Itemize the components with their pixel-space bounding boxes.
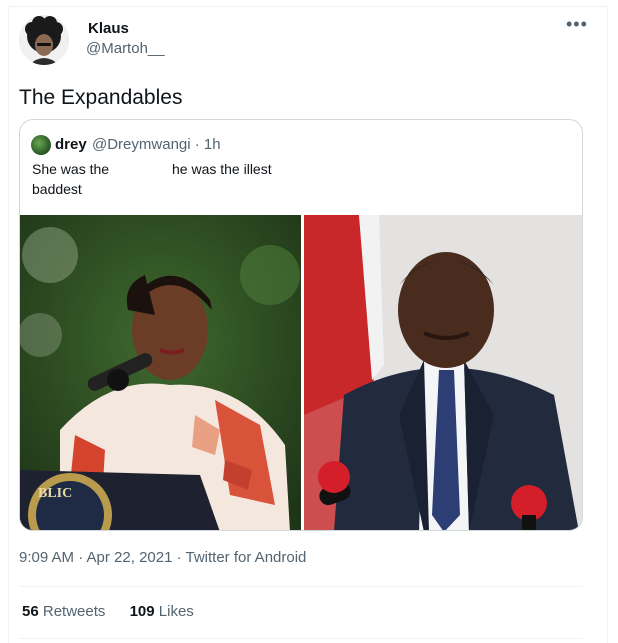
quoted-author-name: drey <box>55 136 87 153</box>
svg-text:BLIC: BLIC <box>38 486 72 501</box>
author-handle[interactable]: @Martoh__ <box>86 40 165 57</box>
retweets-stat[interactable]: 56 Retweets <box>22 603 105 620</box>
retweets-label: Retweets <box>42 603 106 620</box>
quoted-text-line: he was the illest <box>172 161 272 177</box>
likes-label: Likes <box>158 603 194 620</box>
tweet-text: The Expandables <box>19 86 183 109</box>
tweet-time-date[interactable]: 9:09 AM · Apr 22, 2021 · <box>19 549 186 566</box>
quoted-photo-man-speaking[interactable] <box>304 215 582 530</box>
more-horizontal-icon: ••• <box>566 14 588 34</box>
quoted-photo-woman-at-podium[interactable]: BLIC <box>20 215 301 530</box>
author-avatar[interactable] <box>19 15 69 65</box>
quoted-text-line: She was the <box>32 161 110 177</box>
retweets-count: 56 <box>22 603 39 620</box>
tweet-source-link[interactable]: Twitter for Android <box>186 549 307 566</box>
tweet-stats: 56 Retweets 109 Likes <box>22 603 214 620</box>
more-options-button[interactable]: ••• <box>566 15 588 36</box>
divider <box>19 638 583 639</box>
likes-stat[interactable]: 109 Likes <box>130 603 194 620</box>
author-display-name[interactable]: Klaus <box>88 20 129 37</box>
tweet-timestamp: 9:09 AM · Apr 22, 2021 · Twitter for And… <box>19 549 306 566</box>
quoted-author-avatar <box>31 135 51 155</box>
divider <box>19 586 583 587</box>
quoted-tweet[interactable]: drey @Dreymwangi · 1h She was the baddes… <box>19 119 583 531</box>
likes-count: 109 <box>129 603 155 620</box>
quoted-text-line: baddest <box>32 181 82 197</box>
quoted-author-handle-time: @Dreymwangi · 1h <box>92 136 221 153</box>
